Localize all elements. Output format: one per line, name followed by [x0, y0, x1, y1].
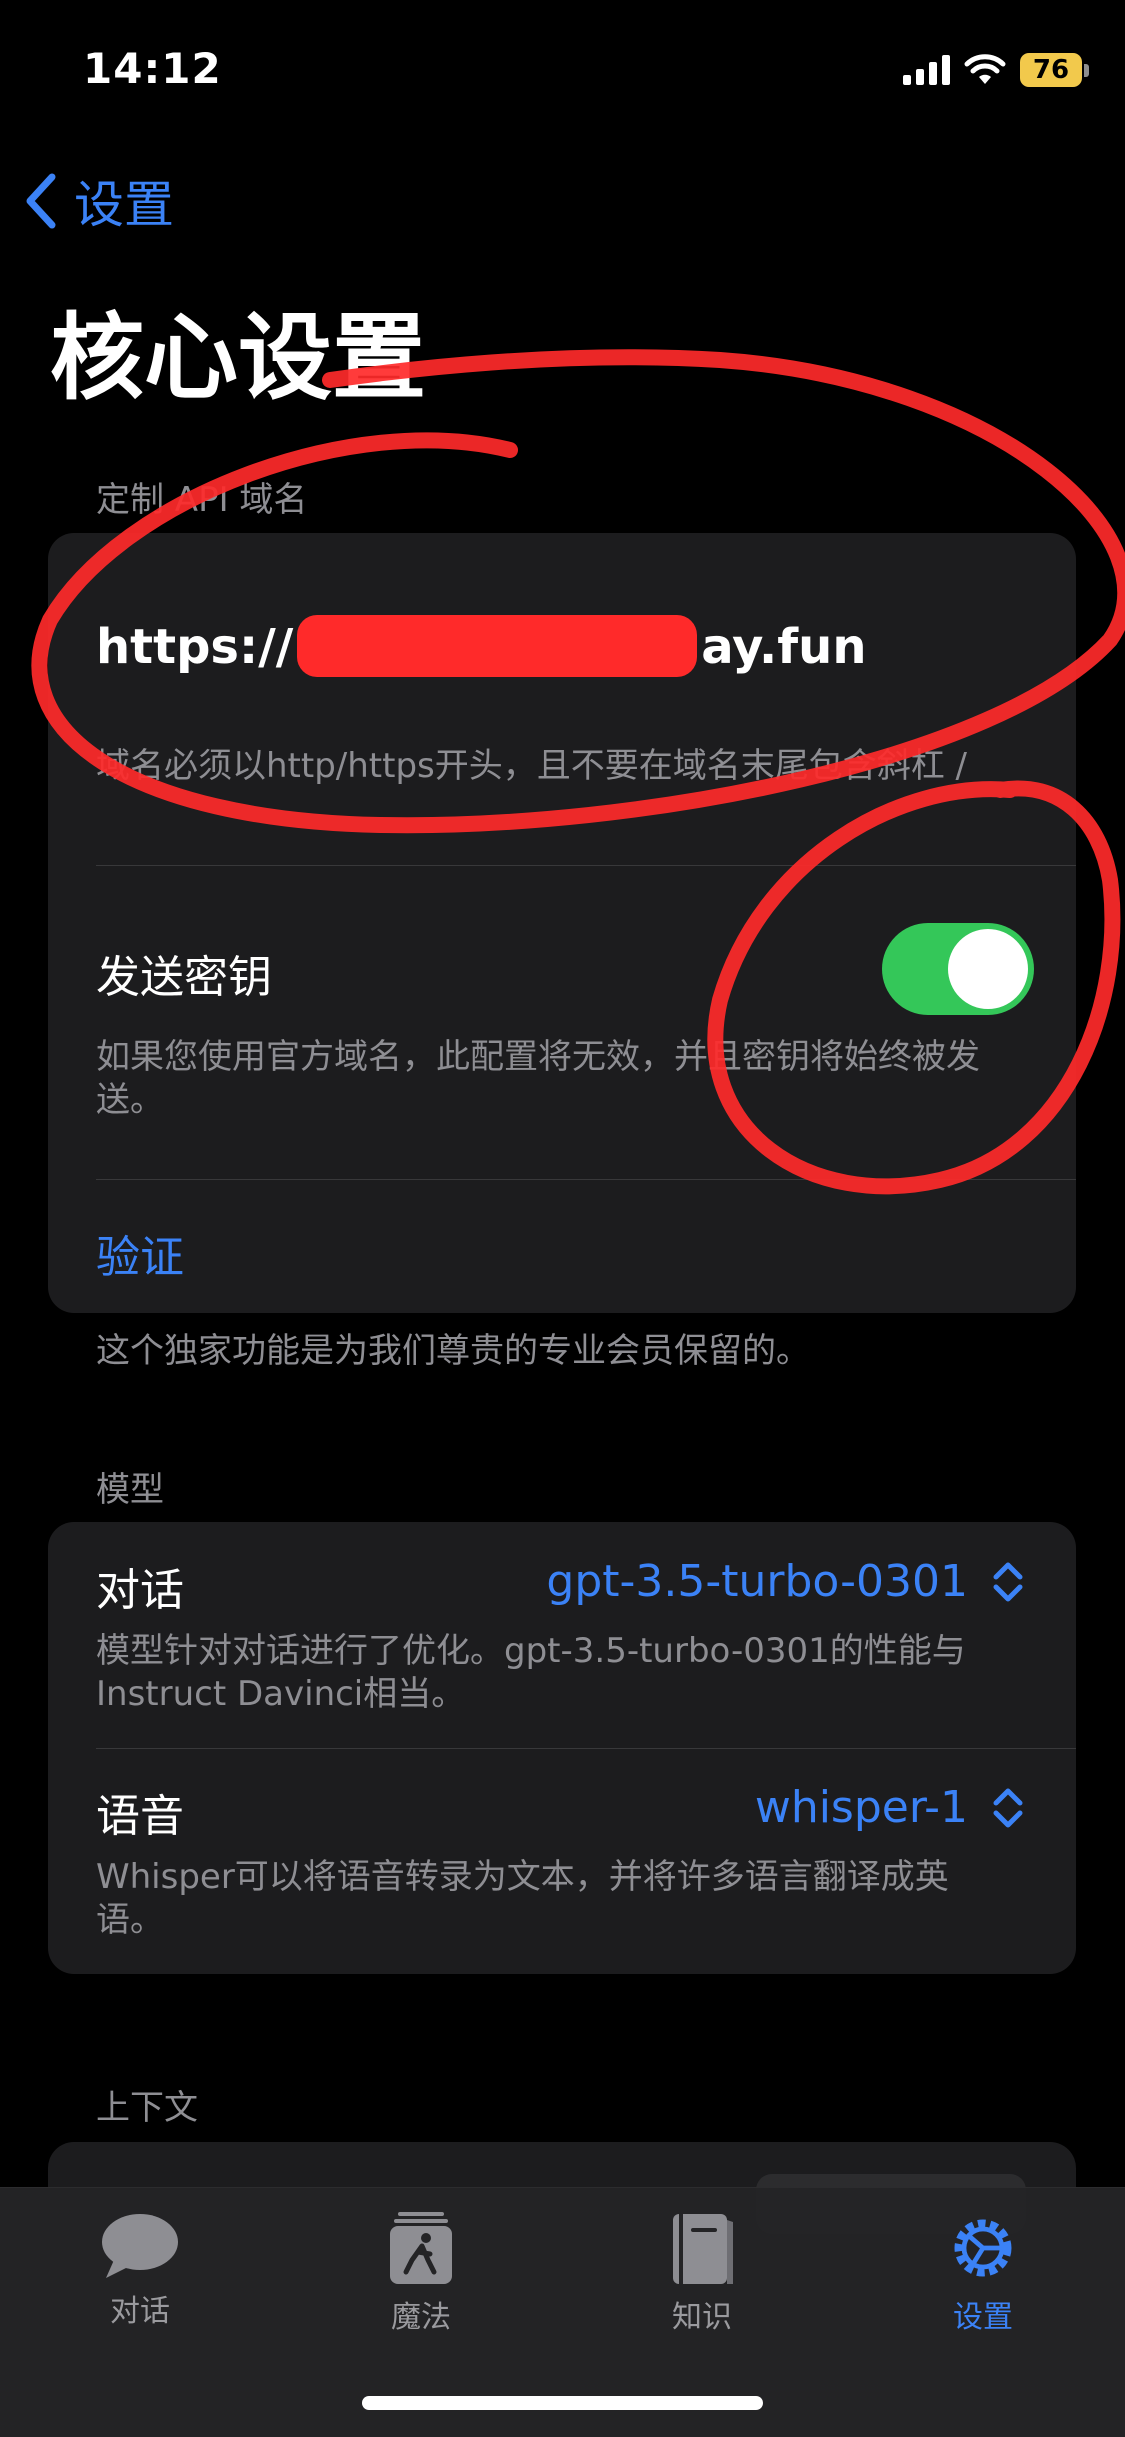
cellular-signal-icon: [903, 55, 950, 85]
tab-knowledge-label: 知识: [672, 2300, 732, 2335]
api-section-header: 定制 API 域名: [96, 480, 308, 520]
model-section-header: 模型: [96, 1470, 164, 1510]
tab-chat-label: 对话: [110, 2294, 170, 2329]
chat-model-hint: 模型针对对话进行了优化。gpt-3.5-turbo-0301的性能与Instru…: [96, 1631, 966, 1714]
chevron-left-icon: [26, 173, 56, 229]
chat-model-picker[interactable]: gpt-3.5-turbo-0301: [546, 1556, 1026, 1607]
divider: [96, 1748, 1076, 1749]
domain-prefix: https://: [96, 619, 294, 675]
back-label: 设置: [74, 176, 174, 234]
chevron-up-down-icon: [993, 1788, 1023, 1827]
gear-icon: [954, 2219, 1012, 2277]
divider: [96, 865, 1076, 866]
tab-magic[interactable]: 魔法: [321, 2210, 521, 2336]
divider: [96, 1179, 1076, 1180]
chat-model-value: gpt-3.5-turbo-0301: [546, 1556, 968, 1607]
voice-model-label: 语音: [96, 1791, 184, 1842]
chat-bubble-icon: [102, 2214, 178, 2278]
domain-suffix: ay.fun: [701, 619, 867, 675]
domain-hint: 域名必须以http/https开头，且不要在域名末尾包含斜杠 /: [96, 746, 968, 786]
chat-model-label: 对话: [96, 1565, 184, 1616]
pro-feature-note: 这个独家功能是为我们尊贵的专业会员保留的。: [96, 1331, 810, 1371]
back-button[interactable]: 设置: [22, 165, 174, 237]
api-settings-group: https:// ay.fun 域名必须以http/https开头，且不要在域名…: [48, 533, 1076, 1313]
page-title: 核心设置: [50, 304, 427, 413]
verify-button[interactable]: 验证: [96, 1221, 184, 1285]
chevron-up-down-icon: [993, 1562, 1023, 1601]
voice-model-value: whisper-1: [754, 1782, 968, 1833]
home-indicator[interactable]: [362, 2396, 763, 2410]
magic-runner-icon: [390, 2212, 452, 2284]
context-section-header: 上下文: [96, 2088, 198, 2128]
api-domain-input[interactable]: https:// ay.fun: [96, 615, 867, 677]
toggle-knob: [948, 929, 1028, 1009]
send-key-toggle[interactable]: [882, 923, 1034, 1015]
tab-chat[interactable]: 对话: [40, 2210, 240, 2330]
book-icon: [673, 2214, 733, 2284]
voice-model-hint: Whisper可以将语音转录为文本，并将许多语言翻译成英语。: [96, 1857, 949, 1940]
send-key-hint: 如果您使用官方域名，此配置将无效，并且密钥将始终被发送。: [96, 1037, 980, 1120]
send-key-label: 发送密钥: [96, 952, 272, 1003]
redaction-mark: [297, 615, 698, 677]
wifi-icon: [964, 54, 1006, 84]
tab-knowledge[interactable]: 知识: [602, 2210, 802, 2336]
battery-level: 76: [1020, 53, 1082, 87]
status-time: 14:12: [83, 44, 222, 93]
model-settings-group: 对话 gpt-3.5-turbo-0301 模型针对对话进行了优化。gpt-3.…: [48, 1522, 1076, 1974]
voice-model-picker[interactable]: whisper-1: [755, 1782, 1026, 1833]
battery-icon: 76: [1020, 53, 1089, 87]
tab-magic-label: 魔法: [391, 2300, 451, 2335]
tab-settings[interactable]: 设置: [883, 2210, 1083, 2336]
status-indicators: 76: [903, 48, 1089, 92]
tab-settings-label: 设置: [953, 2300, 1013, 2335]
